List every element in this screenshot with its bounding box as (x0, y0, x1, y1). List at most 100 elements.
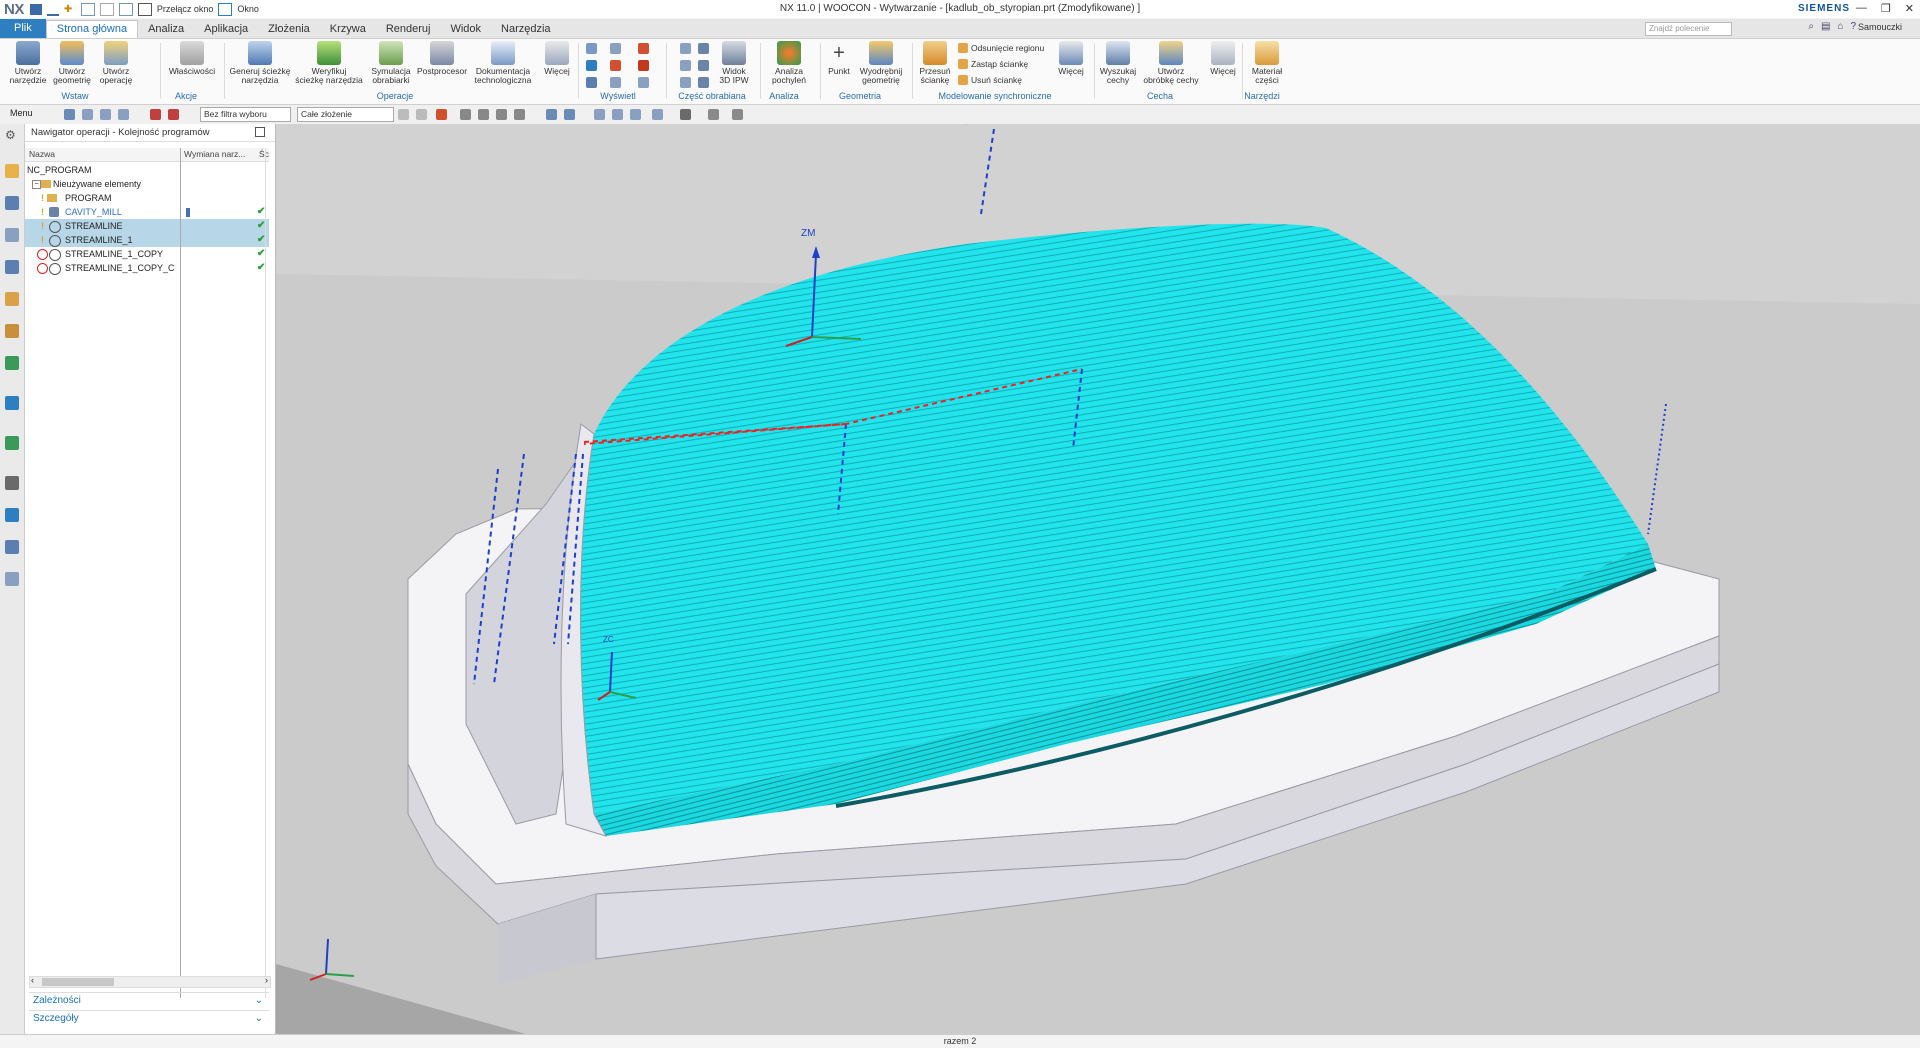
snap-icon[interactable] (514, 109, 525, 120)
column-path[interactable]: Śc (259, 149, 269, 159)
expand-icon[interactable]: − (32, 180, 41, 189)
display-icon[interactable] (610, 60, 621, 71)
history-icon[interactable] (5, 476, 19, 490)
tree-row-streamline-1[interactable]: ! STREAMLINE_1 ✔ (25, 233, 269, 247)
switch-window-button[interactable]: Przełącz okno (157, 4, 214, 14)
display-icon[interactable] (586, 77, 597, 88)
scrollbar-thumb[interactable] (42, 978, 114, 986)
render-style-icon[interactable] (680, 109, 691, 120)
workpiece-icon[interactable] (680, 77, 691, 88)
tree-row-cavity-mill[interactable]: ! CAVITY_MILL ✔ (25, 205, 269, 219)
reuse-library-icon[interactable] (5, 356, 19, 370)
point-button[interactable]: + Punkt (822, 41, 856, 76)
filter-icon[interactable] (150, 109, 161, 120)
selection-icon[interactable] (118, 109, 129, 120)
create-geometry-button[interactable]: Utwórz geometrię (52, 41, 92, 85)
shop-documentation-button[interactable]: Dokumentacja technologiczna (470, 41, 536, 85)
machine-simulation-button[interactable]: Symulacja obrabiarki (366, 41, 416, 85)
filter-icon[interactable] (168, 109, 179, 120)
cut-icon[interactable]: ✚ (64, 4, 76, 15)
workpiece-icon[interactable] (680, 43, 691, 54)
restore-icon[interactable]: ❐ (1881, 2, 1891, 15)
program-order-icon[interactable] (5, 196, 19, 210)
horizontal-scrollbar[interactable]: ‹ › (29, 975, 271, 988)
tab-tools[interactable]: Narzędzia (491, 21, 561, 38)
find-features-button[interactable]: Wyszukaj cechy (1096, 41, 1140, 85)
tree-row-streamline-1-copy-c[interactable]: STREAMLINE_1_COPY_C ✔ (25, 261, 269, 275)
snap-icon[interactable] (460, 109, 471, 120)
workpiece-icon[interactable] (698, 43, 709, 54)
save-icon[interactable] (29, 3, 42, 15)
assembly-navigator-icon[interactable] (5, 324, 19, 338)
view-icon[interactable] (564, 109, 575, 120)
help-icon[interactable]: ? (1850, 21, 1856, 32)
view-icon[interactable] (546, 109, 557, 120)
maximize-panel-icon[interactable] (255, 127, 265, 137)
tab-home[interactable]: Strona główna (45, 20, 139, 38)
create-operation-button[interactable]: Utwórz operację (96, 41, 136, 85)
display-icon[interactable] (638, 60, 649, 71)
workpiece-icon[interactable] (680, 60, 691, 71)
window-icon[interactable] (218, 2, 233, 16)
more-operations-button[interactable]: Więcej (540, 41, 574, 76)
tree-row-streamline-1-copy[interactable]: STREAMLINE_1_COPY ✔ (25, 247, 269, 261)
display-icon[interactable] (586, 60, 597, 71)
close-icon[interactable]: ✕ (1905, 2, 1914, 15)
create-feature-process-button[interactable]: Utwórz obróbkę cechy (1140, 41, 1202, 85)
display-icon[interactable] (638, 77, 649, 88)
minimize-icon[interactable]: — (1856, 2, 1867, 15)
tab-view[interactable]: Widok (440, 21, 491, 38)
tree-row-streamline[interactable]: ! STREAMLINE ✔ (25, 219, 269, 233)
workpiece-icon[interactable] (698, 77, 709, 88)
generate-toolpath-button[interactable]: Generuj ścieżkę narzędzia (228, 41, 292, 85)
more-feature-button[interactable]: Więcej (1206, 41, 1240, 76)
home-icon[interactable]: ⌂ (1837, 21, 1843, 32)
extract-geometry-button[interactable]: Wyodrębnij geometrię (856, 41, 906, 85)
render-style-icon[interactable] (732, 109, 743, 120)
menu-button[interactable]: Menu (10, 108, 33, 118)
copy-icon[interactable] (80, 2, 95, 16)
view-icon[interactable] (594, 109, 605, 120)
machine-tool-navigator-icon[interactable] (5, 164, 19, 178)
snap-icon[interactable] (496, 109, 507, 120)
workpiece-icon[interactable] (698, 60, 709, 71)
verify-toolpath-button[interactable]: Weryfikuj ścieżkę narzędzia (294, 41, 364, 85)
tab-render[interactable]: Renderuj (376, 21, 441, 38)
tree-row-program[interactable]: ! PROGRAM (25, 191, 269, 205)
machine-method-icon[interactable] (5, 228, 19, 242)
properties-button[interactable]: Właściwości (166, 41, 218, 76)
window-menu-button[interactable]: Okno (237, 4, 259, 14)
offset-region-button[interactable]: Odsunięcie regionu (958, 43, 1044, 53)
create-tool-button[interactable]: Utwórz narzędzie (8, 41, 48, 85)
postprocessor-button[interactable]: Postprocesor (416, 41, 468, 76)
display-icon[interactable] (610, 43, 621, 54)
draft-analysis-button[interactable]: Analiza pochyleń (762, 41, 816, 85)
column-tool-change[interactable]: Wymiana narz... (184, 149, 245, 159)
paste-icon[interactable] (99, 2, 114, 16)
tab-application[interactable]: Aplikacja (194, 21, 258, 38)
replace-face-button[interactable]: Zastąp ściankę (958, 59, 1028, 69)
tree-row-unused-items[interactable]: − Nieużywane elementy (25, 177, 269, 191)
tab-analysis[interactable]: Analiza (138, 21, 194, 38)
scroll-right-icon[interactable]: › (265, 975, 268, 985)
web-browser-icon[interactable] (5, 396, 19, 410)
view-icon[interactable] (612, 109, 623, 120)
part-navigator-icon[interactable] (5, 292, 19, 306)
command-search-input[interactable]: Znajdź polecenie (1645, 22, 1732, 36)
snap-icon[interactable] (416, 109, 427, 120)
tool-library-icon[interactable] (5, 572, 19, 586)
view-icon[interactable] (652, 109, 663, 120)
switch-window-icon[interactable] (137, 2, 152, 16)
tree-row-nc-program[interactable]: NC_PROGRAM (25, 163, 269, 177)
undo-icon[interactable] (46, 3, 59, 16)
selection-filter-select[interactable]: Bez filtra wyboru (200, 107, 291, 122)
list-icon[interactable]: ▤ (1821, 21, 1830, 32)
3d-ipw-view-button[interactable]: Widok 3D IPW (712, 41, 756, 85)
display-icon[interactable] (610, 77, 621, 88)
graphics-window[interactable]: ZM ZC (276, 124, 1920, 1034)
selection-icon[interactable] (82, 109, 93, 120)
more-sync-button[interactable]: Więcej (1054, 41, 1088, 76)
selection-icon[interactable] (64, 109, 75, 120)
view-icon[interactable] (630, 109, 641, 120)
dependencies-panel[interactable]: Zależności ⌄ (29, 992, 269, 1008)
